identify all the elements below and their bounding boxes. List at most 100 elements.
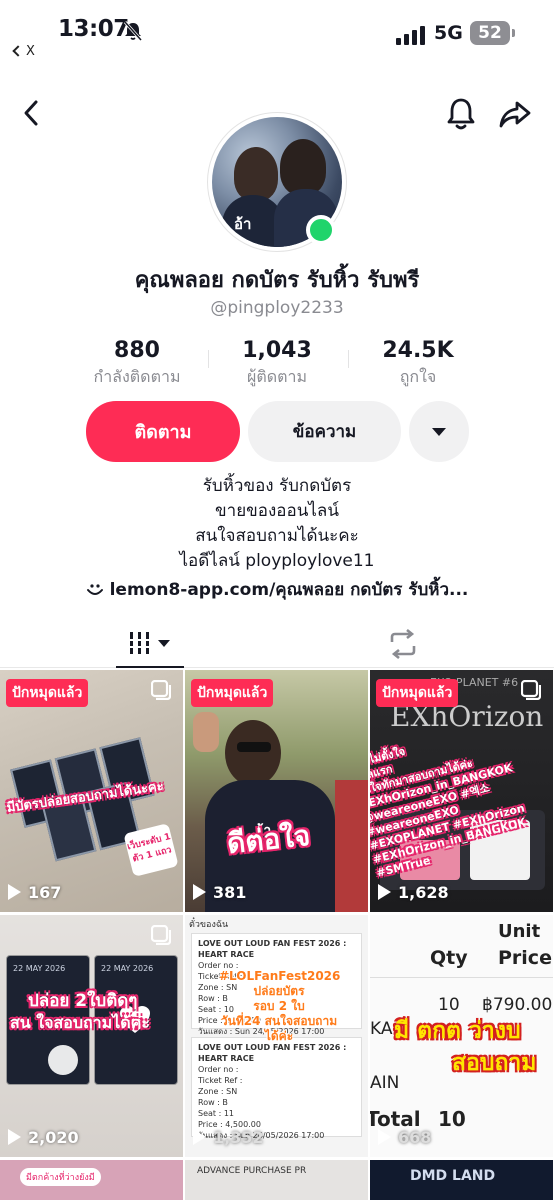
more-options-button[interactable] <box>409 401 469 462</box>
ticket-date: 22 MAY 2026 <box>101 964 154 973</box>
online-status-dot <box>306 215 336 245</box>
video-thumbnail[interactable]: ปักหมุดแล้ว มีบัตรปล่อยสอบถามได้นะคะ เว็… <box>0 670 183 912</box>
stat-followers[interactable]: 1,043 ผู้ติดตาม <box>202 338 352 390</box>
table-total-qty: 10 <box>438 1107 466 1131</box>
share-icon[interactable] <box>498 98 532 130</box>
dropdown-arrow-icon <box>432 428 446 436</box>
video-thumbnail[interactable]: ตั๋วของฉัน LOVE OUT LOUD FAN FEST 2026 :… <box>185 915 368 1157</box>
video-overlay-text: ดีต่อใจ <box>225 818 312 861</box>
video-thumbnail[interactable]: 22 MAY 2026 22 MAY 2026 ปล่อย 2ใบติดๆ สน… <box>0 915 183 1157</box>
stat-following[interactable]: 880 กำลังติดตาม <box>62 338 212 390</box>
view-count-value: 668 <box>398 1128 432 1147</box>
ticket-order: Order no : <box>198 1065 239 1074</box>
back-app-label: X <box>26 44 35 59</box>
signal-icon <box>396 26 425 45</box>
silent-mode-icon <box>123 21 143 41</box>
table-divider <box>370 977 553 978</box>
status-time: 13:07 <box>58 16 129 42</box>
video-overlay-text: ปล่อย 2ใบติดๆ <box>28 991 137 1011</box>
table-cell-qty: 10 <box>438 995 460 1015</box>
status-bar: 13:07 X 5G 52 <box>0 0 554 70</box>
person-head <box>225 720 281 786</box>
view-count-value: 167 <box>28 883 62 902</box>
tab-reposts[interactable] <box>386 628 420 660</box>
photo-carousel-icon <box>151 680 171 700</box>
view-count: 1,628 <box>378 883 449 902</box>
view-count: 167 <box>8 883 61 902</box>
avatar-shirt-text: อ้า <box>234 215 252 233</box>
video-thumbnail[interactable]: มีตกค้างที่ว่างยังมี <box>0 1160 183 1200</box>
partial-overlay-text: DMD LAND <box>410 1168 496 1184</box>
content-tabs <box>0 618 554 668</box>
notification-bell-icon[interactable] <box>444 96 478 132</box>
pinned-badge: ปักหมุดแล้ว <box>6 679 89 707</box>
view-count: 1,352 <box>193 1128 264 1147</box>
tab-videos[interactable] <box>116 618 184 668</box>
play-icon <box>193 1129 206 1145</box>
avatar-person-1 <box>234 147 278 201</box>
ticket-card: LOVE OUT LOUD FAN FEST 2026 : HEART RACE… <box>191 1037 362 1140</box>
ticket-seat: Seat : 11 <box>198 1109 234 1118</box>
bio-line: ไอดีไลน์ ployploylove11 <box>179 551 375 571</box>
bio-link-text: lemon8-app.com/คุณพลอย กดบัตร รับหิ้ว... <box>109 580 469 600</box>
video-overlay-text: มี ตกต ว่างบ สอบถาม <box>394 1015 553 1079</box>
videos-grid-icon <box>130 632 170 654</box>
followers-label: ผู้ติดตาม <box>246 367 308 386</box>
tickets-header: ตั๋วของฉัน <box>189 920 229 930</box>
view-count-value: 1,352 <box>213 1128 264 1147</box>
partial-overlay-text: มีตกค้างที่ว่างยังมี <box>20 1168 101 1186</box>
overlay-line: #LOLFanFest2026 <box>219 969 341 983</box>
partial-overlay-text: ADVANCE PURCHASE PR <box>197 1166 307 1176</box>
photo-carousel-icon <box>151 925 171 945</box>
pinned-badge: ปักหมุดแล้ว <box>191 679 274 707</box>
background-stage <box>335 780 368 912</box>
lemon8-link-icon <box>86 584 103 595</box>
video-overlay-text: #LOLFanFest2026 ปล่อยบัตร รอบ 2 ใบ วันที… <box>219 969 341 1044</box>
following-label: กำลังติดตาม <box>93 367 181 386</box>
video-thumbnail[interactable]: อ้า ปักหมุดแล้ว ดีต่อใจ 381 <box>185 670 368 912</box>
video-thumbnail[interactable]: Unit Qty Price KA 10 ฿790.00 AIN Total 1… <box>370 915 553 1157</box>
avatar-person-2 <box>280 139 326 195</box>
table-header-price: Price <box>498 947 552 969</box>
view-count: 381 <box>193 883 246 902</box>
overlay-line: รอบ 2 ใบ <box>253 999 305 1013</box>
likes-count: 24.5K <box>382 338 454 363</box>
video-thumbnail[interactable]: ADVANCE PURCHASE PR <box>185 1160 368 1200</box>
table-header-unit: Unit <box>498 921 541 942</box>
ticket-date: 22 MAY 2026 <box>13 964 66 973</box>
table-cell-code: KA <box>370 1019 393 1039</box>
ticket-title: LOVE OUT LOUD FAN FEST 2026 : HEART RACE <box>198 1043 347 1063</box>
bio: รับหิ้วของ รับกดบัตร ขายของออนไลน์ สนใจส… <box>0 474 554 574</box>
video-thumbnail[interactable]: EXO PLANET #6 EXhOrizon ปักหมุดแล้ว SC ไ… <box>370 670 553 912</box>
follow-button[interactable]: ติดตาม <box>86 401 240 462</box>
video-thumbnail[interactable]: DMD LAND <box>370 1160 553 1200</box>
person-hand <box>193 712 219 752</box>
display-name: คุณพลอย กดบัตร รับหิ้ว รับพรี <box>134 268 420 293</box>
play-icon <box>378 884 391 900</box>
video-overlay-text: สน ใจสอบถามได้ค่ะ <box>10 1013 150 1032</box>
play-icon <box>193 884 206 900</box>
bio-line: สนใจสอบถามได้นะคะ <box>195 526 359 546</box>
back-button[interactable] <box>18 98 48 128</box>
message-button[interactable]: ข้อความ <box>248 401 401 462</box>
view-count-value: 2,020 <box>28 1128 79 1147</box>
overlay-line: สอบถาม <box>452 1050 537 1076</box>
bio-line: ขายของออนไลน์ <box>215 501 339 521</box>
battery-icon: 52 <box>470 21 515 45</box>
likes-label: ถูกใจ <box>399 367 437 386</box>
table-cell-price: ฿790.00 <box>482 995 553 1015</box>
back-to-app[interactable]: X <box>12 44 35 59</box>
play-icon <box>8 1129 21 1145</box>
username: @pingploy2233 <box>210 298 344 318</box>
battery-level: 52 <box>478 23 502 43</box>
stat-likes[interactable]: 24.5K ถูกใจ <box>343 338 493 390</box>
view-count-value: 1,628 <box>398 883 449 902</box>
ticket-zone: Zone : SN <box>198 1087 238 1096</box>
bio-line: รับหิ้วของ รับกดบัตร <box>202 476 352 496</box>
view-count: 668 <box>378 1128 431 1147</box>
overlay-line: วันที่24 สนใจสอบถามได้ค่ะ <box>220 1014 338 1043</box>
table-header-qty: Qty <box>430 947 468 969</box>
back-arrow-icon <box>12 45 24 57</box>
bio-link[interactable]: lemon8-app.com/คุณพลอย กดบัตร รับหิ้ว... <box>0 576 554 603</box>
ticket-ref: Ticket Ref : <box>198 1076 243 1085</box>
